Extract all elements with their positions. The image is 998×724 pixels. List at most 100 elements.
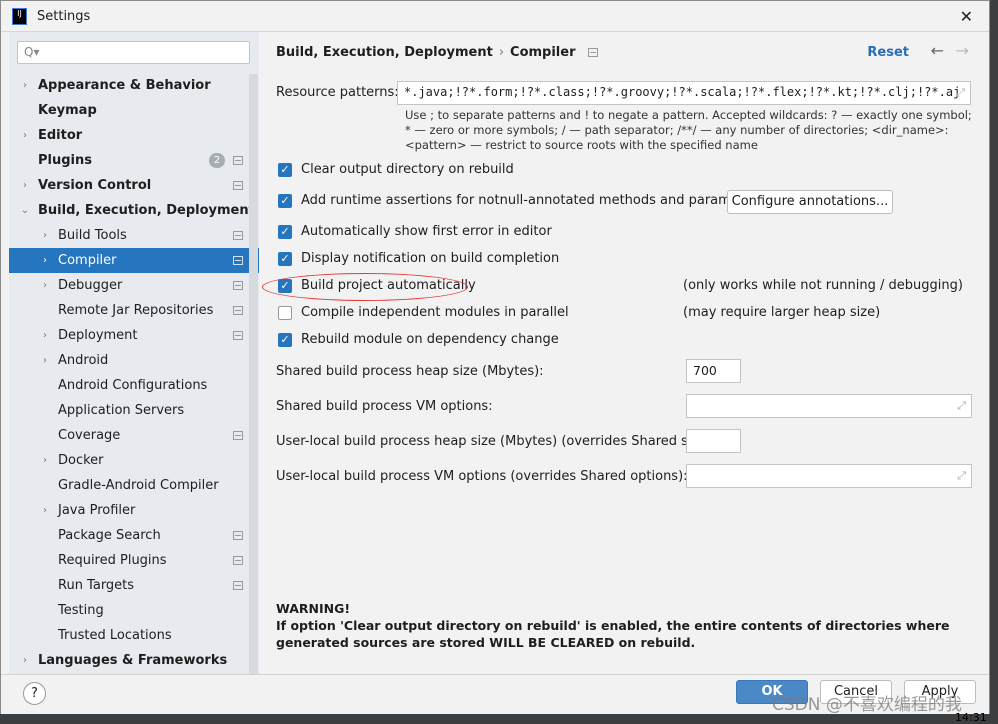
sidebar-item[interactable]: Application Servers (9, 398, 259, 423)
sidebar-item[interactable]: › Debugger (9, 273, 259, 298)
sidebar-item[interactable]: › Editor (9, 123, 259, 148)
project-scope-icon (233, 331, 243, 340)
sidebar-item[interactable]: › Compiler (9, 248, 259, 273)
option-checkbox[interactable]: ✓ Automatically show first error in edito… (278, 224, 552, 239)
sidebar-scrollbar[interactable] (249, 74, 258, 674)
user-heap-label: User-local build process heap size (Mbyt… (276, 434, 716, 449)
expand-icon[interactable]: ⤢ (957, 469, 966, 483)
chevron-right-icon[interactable]: › (39, 255, 51, 266)
sidebar-item[interactable]: › Deployment (9, 323, 259, 348)
sidebar-item[interactable]: › Docker (9, 448, 259, 473)
option-checkbox[interactable]: ✓ Display notification on build completio… (278, 251, 559, 266)
checkbox-icon[interactable]: ✓ (278, 332, 292, 347)
shared-vm-options-label: Shared build process VM options: (276, 399, 493, 414)
sidebar-item-label: Languages & Frameworks (38, 653, 228, 668)
checkbox-icon[interactable]: ✓ (278, 193, 292, 208)
chevron-right-icon[interactable]: › (39, 280, 51, 291)
sidebar-item[interactable]: Package Search (9, 523, 259, 548)
csdn-watermark: CSDN @不喜欢编程的我 (772, 695, 962, 715)
breadcrumb-parent[interactable]: Build, Execution, Deployment (276, 45, 493, 60)
project-scope-icon (233, 556, 243, 565)
chevron-right-icon[interactable]: › (39, 505, 51, 516)
sidebar-item-label: Android Configurations (58, 378, 208, 393)
search-input[interactable]: Q▾ (17, 41, 250, 64)
sidebar-item-label: Keymap (38, 103, 97, 118)
sidebar-item-label: Required Plugins (58, 553, 167, 568)
user-vm-options-label: User-local build process VM options (ove… (276, 469, 688, 484)
sidebar-item[interactable]: › Android (9, 348, 259, 373)
option-checkbox[interactable]: ✓ Rebuild module on dependency change (278, 332, 559, 347)
option-note: (only works while not running / debuggin… (683, 278, 963, 293)
sidebar-item-label: Application Servers (58, 403, 185, 418)
forward-arrow-icon[interactable]: → (956, 41, 969, 60)
close-icon[interactable]: ✕ (960, 7, 973, 26)
update-count-badge: 2 (209, 153, 225, 168)
chevron-right-icon[interactable]: › (39, 230, 51, 241)
sidebar-item[interactable]: › Java Profiler (9, 498, 259, 523)
option-label: Add runtime assertions for notnull-annot… (301, 193, 765, 208)
sidebar-item-label: Docker (58, 453, 104, 468)
checkbox-icon[interactable]: ✓ (278, 251, 292, 266)
option-checkbox[interactable]: ✓ Add runtime assertions for notnull-anno… (278, 193, 764, 208)
window-title: Settings (37, 8, 91, 24)
breadcrumb: Build, Execution, Deployment › Compiler (276, 45, 599, 60)
back-arrow-icon[interactable]: ← (931, 41, 944, 60)
sidebar-item[interactable]: › Version Control (9, 173, 259, 198)
user-vm-options-input[interactable]: ⤢ (686, 464, 972, 488)
warning-text: WARNING! If option 'Clear output directo… (276, 600, 956, 651)
sidebar-item[interactable]: Testing (9, 598, 259, 623)
chevron-right-icon[interactable]: › (39, 330, 51, 341)
user-heap-input[interactable] (686, 429, 741, 453)
sidebar-item[interactable]: Gradle-Android Compiler (9, 473, 259, 498)
chevron-down-icon[interactable]: ⌄ (19, 205, 31, 216)
sidebar-item[interactable]: Android Configurations (9, 373, 259, 398)
expand-icon[interactable]: ⤢ (957, 399, 966, 413)
shared-vm-options-input[interactable]: ⤢ (686, 394, 972, 418)
option-note: (may require larger heap size) (683, 305, 881, 320)
chevron-right-icon[interactable]: › (39, 355, 51, 366)
reset-link[interactable]: Reset (867, 45, 909, 60)
sidebar-item[interactable]: ⌄ Build, Execution, Deployment (9, 198, 259, 223)
shared-heap-input[interactable]: 700 (686, 359, 741, 383)
sidebar-item[interactable]: Required Plugins (9, 548, 259, 573)
sidebar-item-label: Editor (38, 128, 83, 143)
settings-dialog: IJ Settings ✕ Q▾ › Appearance & Behavior K… (0, 0, 990, 714)
sidebar-item[interactable]: Keymap (9, 98, 259, 123)
sidebar-item[interactable]: Plugins 2 (9, 148, 259, 173)
intellij-logo-icon: IJ (12, 7, 27, 25)
sidebar-item-label: Build Tools (58, 228, 127, 243)
sidebar-item-label: Plugins (38, 153, 92, 168)
sidebar-item[interactable]: › Appearance & Behavior (9, 73, 259, 98)
sidebar-item[interactable]: Run Targets (9, 573, 259, 598)
chevron-right-icon[interactable]: › (19, 180, 31, 191)
sidebar-item-label: Build, Execution, Deployment (38, 203, 255, 218)
chevron-right-icon[interactable]: › (19, 130, 31, 141)
chevron-right-icon[interactable]: › (19, 80, 31, 91)
sidebar-item[interactable]: Coverage (9, 423, 259, 448)
sidebar-item[interactable]: Trusted Locations (9, 623, 259, 648)
option-checkbox[interactable]: ✓ Clear output directory on rebuild (278, 162, 514, 177)
help-button[interactable]: ? (23, 682, 46, 705)
checkbox-icon[interactable]: ✓ (278, 162, 292, 177)
chevron-right-icon[interactable]: › (19, 655, 31, 666)
shared-heap-label: Shared build process heap size (Mbytes): (276, 364, 544, 379)
option-label: Rebuild module on dependency change (301, 332, 559, 347)
sidebar-item[interactable]: Remote Jar Repositories (9, 298, 259, 323)
checkbox-icon[interactable] (278, 305, 292, 320)
compiler-panel: Build, Execution, Deployment › Compiler Re… (259, 32, 989, 674)
project-scope-icon (233, 281, 243, 290)
project-scope-icon (233, 231, 243, 240)
configure-annotations-button[interactable]: Configure annotations... (727, 190, 893, 214)
resource-patterns-input[interactable]: *.java;!?*.form;!?*.class;!?*.groovy;!?*… (397, 81, 971, 105)
taskbar-clock: 14:31 (955, 711, 987, 724)
sidebar-item[interactable]: › Build Tools (9, 223, 259, 248)
breadcrumb-current: Compiler (510, 45, 576, 60)
sidebar: Q▾ › Appearance & Behavior Keymap › Editor Pl… (9, 32, 259, 674)
sidebar-item[interactable]: › Languages & Frameworks (9, 648, 259, 673)
option-label: Display notification on build completion (301, 251, 560, 266)
expand-icon[interactable]: ⤢ (956, 86, 965, 100)
checkbox-icon[interactable]: ✓ (278, 224, 292, 239)
sidebar-item-label: Package Search (58, 528, 161, 543)
chevron-right-icon[interactable]: › (39, 455, 51, 466)
option-checkbox[interactable]: Compile independent modules in parallel (278, 305, 569, 320)
